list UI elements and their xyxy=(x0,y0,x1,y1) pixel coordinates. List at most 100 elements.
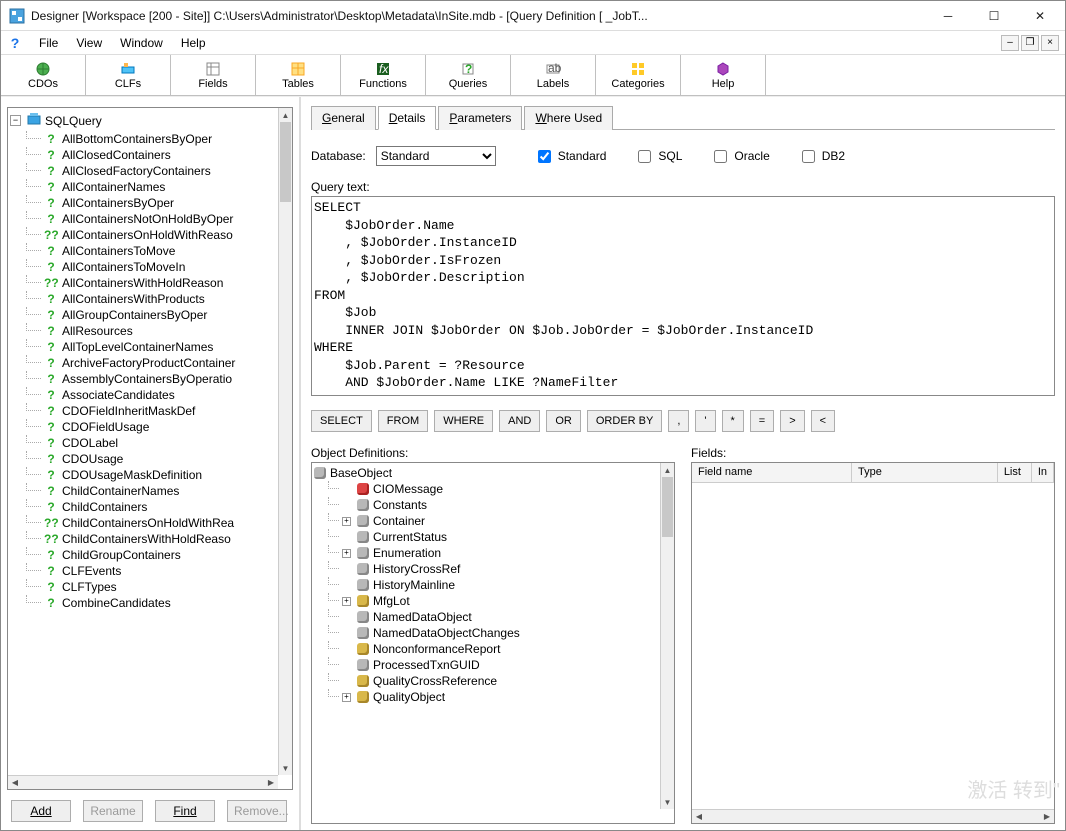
object-item[interactable]: Constants xyxy=(342,497,658,513)
object-item[interactable]: NonconformanceReport xyxy=(342,641,658,657)
sql-btn-where[interactable]: WHERE xyxy=(434,410,493,432)
toolbar-cdos[interactable]: CDOs xyxy=(1,55,86,95)
toolbar-fields[interactable]: Fields xyxy=(171,55,256,95)
object-item[interactable]: +QualityObject xyxy=(342,689,658,705)
scroll-thumb[interactable] xyxy=(280,122,291,202)
tree-item[interactable]: ?AllContainerNames xyxy=(44,179,278,195)
toolbar-queries[interactable]: ?Queries xyxy=(426,55,511,95)
object-item[interactable]: HistoryMainline xyxy=(342,577,658,593)
checkbox[interactable] xyxy=(638,150,651,163)
tree-item[interactable]: ?AllGroupContainersByOper xyxy=(44,307,278,323)
col-list[interactable]: List xyxy=(998,463,1032,482)
tree-item[interactable]: ?CDOUsageMaskDefinition xyxy=(44,467,278,483)
tree-item[interactable]: ??AllContainersWithHoldReason xyxy=(44,275,278,291)
sql-btn-and[interactable]: AND xyxy=(499,410,540,432)
menu-window[interactable]: Window xyxy=(112,33,171,53)
sql-btn-[interactable]: < xyxy=(811,410,835,432)
checkbox[interactable] xyxy=(714,150,727,163)
tree-item[interactable]: ?CLFEvents xyxy=(44,563,278,579)
object-item[interactable]: +MfgLot xyxy=(342,593,658,609)
db-check-standard[interactable]: Standard xyxy=(534,147,607,166)
tab-details[interactable]: Details xyxy=(378,106,437,130)
fields-hscrollbar[interactable]: ◀ ▶ xyxy=(692,809,1054,823)
object-item[interactable]: +Container xyxy=(342,513,658,529)
tree-item[interactable]: ?AllResources xyxy=(44,323,278,339)
tree-expander-icon[interactable]: + xyxy=(342,693,351,702)
object-item[interactable]: HistoryCrossRef xyxy=(342,561,658,577)
scroll-up-icon[interactable]: ▲ xyxy=(661,463,674,477)
menu-file[interactable]: File xyxy=(31,33,66,53)
tree-expander-icon[interactable]: + xyxy=(342,517,351,526)
tree-item[interactable]: ?CDOFieldUsage xyxy=(44,419,278,435)
menu-help[interactable]: Help xyxy=(173,33,214,53)
tree-item[interactable]: ?CDOLabel xyxy=(44,435,278,451)
object-tree[interactable]: BaseObject CIOMessageConstants+Container… xyxy=(312,463,660,823)
scroll-thumb[interactable] xyxy=(662,477,673,537)
sql-btn-[interactable]: * xyxy=(722,410,744,432)
db-check-sql[interactable]: SQL xyxy=(634,147,682,166)
toolbar-clfs[interactable]: CLFs xyxy=(86,55,171,95)
tree-item[interactable]: ?ArchiveFactoryProductContainer xyxy=(44,355,278,371)
col-field-name[interactable]: Field name xyxy=(692,463,852,482)
tree-expander-icon[interactable]: + xyxy=(342,597,351,606)
tree-item[interactable]: ?CombineCandidates xyxy=(44,595,278,611)
sql-btn-or[interactable]: OR xyxy=(546,410,581,432)
object-tree-root[interactable]: BaseObject xyxy=(314,465,658,481)
mdi-minimize-button[interactable]: – xyxy=(1001,35,1019,51)
tree-item[interactable]: ?AllClosedFactoryContainers xyxy=(44,163,278,179)
scroll-down-icon[interactable]: ▼ xyxy=(661,795,674,809)
scroll-left-icon[interactable]: ◀ xyxy=(8,776,22,789)
tree-root-row[interactable]: − SQLQuery xyxy=(10,110,278,131)
sql-btn-orderby[interactable]: ORDER BY xyxy=(587,410,662,432)
tree-item[interactable]: ?ChildGroupContainers xyxy=(44,547,278,563)
find-button[interactable]: Find xyxy=(155,800,215,822)
database-select[interactable]: Standard xyxy=(376,146,496,166)
checkbox[interactable] xyxy=(802,150,815,163)
scroll-right-icon[interactable]: ▶ xyxy=(1040,810,1054,823)
mdi-close-button[interactable]: × xyxy=(1041,35,1059,51)
toolbar-tables[interactable]: Tables xyxy=(256,55,341,95)
sql-btn-from[interactable]: FROM xyxy=(378,410,428,432)
sql-btn-[interactable]: > xyxy=(780,410,804,432)
tree-expander-icon[interactable]: − xyxy=(10,115,21,126)
tree-item[interactable]: ??AllContainersOnHoldWithReaso xyxy=(44,227,278,243)
object-item[interactable]: NamedDataObject xyxy=(342,609,658,625)
tree-item[interactable]: ??ChildContainersOnHoldWithRea xyxy=(44,515,278,531)
scroll-left-icon[interactable]: ◀ xyxy=(692,810,706,823)
sql-btn-[interactable]: ' xyxy=(695,410,715,432)
maximize-button[interactable]: ☐ xyxy=(971,1,1017,31)
query-tree[interactable]: − SQLQuery ?AllBottomContainersByOper?Al… xyxy=(8,108,278,775)
tab-where-used[interactable]: Where Used xyxy=(524,106,613,130)
tree-expander-icon[interactable]: + xyxy=(342,549,351,558)
tree-item[interactable]: ?ChildContainers xyxy=(44,499,278,515)
tree-item[interactable]: ?AllContainersToMoveIn xyxy=(44,259,278,275)
tree-item[interactable]: ?AllTopLevelContainerNames xyxy=(44,339,278,355)
toolbar-categories[interactable]: Categories xyxy=(596,55,681,95)
help-icon[interactable]: ? xyxy=(7,35,23,51)
object-item[interactable]: NamedDataObjectChanges xyxy=(342,625,658,641)
tree-item[interactable]: ?AllBottomContainersByOper xyxy=(44,131,278,147)
tree-vscrollbar[interactable]: ▲ ▼ xyxy=(278,108,292,775)
sql-btn-[interactable]: , xyxy=(668,410,689,432)
scroll-up-icon[interactable]: ▲ xyxy=(279,108,292,122)
tree-item[interactable]: ?AllContainersNotOnHoldByOper xyxy=(44,211,278,227)
tree-hscrollbar[interactable]: ◀ ▶ xyxy=(8,775,278,789)
toolbar-functions[interactable]: fxFunctions xyxy=(341,55,426,95)
db-check-oracle[interactable]: Oracle xyxy=(710,147,769,166)
object-item[interactable]: QualityCrossReference xyxy=(342,673,658,689)
tab-parameters[interactable]: Parameters xyxy=(438,106,522,130)
toolbar-labels[interactable]: abcLabels xyxy=(511,55,596,95)
tab-general[interactable]: General xyxy=(311,106,376,130)
tree-item[interactable]: ?AllContainersToMove xyxy=(44,243,278,259)
tree-item[interactable]: ?AllContainersWithProducts xyxy=(44,291,278,307)
tree-item[interactable]: ?CLFTypes xyxy=(44,579,278,595)
query-text-input[interactable] xyxy=(311,196,1055,396)
tree-item[interactable]: ?AllContainersByOper xyxy=(44,195,278,211)
tree-item[interactable]: ?AssociateCandidates xyxy=(44,387,278,403)
object-item[interactable]: +Enumeration xyxy=(342,545,658,561)
col-in[interactable]: In xyxy=(1032,463,1054,482)
tree-item[interactable]: ?ChildContainerNames xyxy=(44,483,278,499)
object-item[interactable]: ProcessedTxnGUID xyxy=(342,657,658,673)
sql-btn-[interactable]: = xyxy=(750,410,774,432)
tree-item[interactable]: ?AllClosedContainers xyxy=(44,147,278,163)
